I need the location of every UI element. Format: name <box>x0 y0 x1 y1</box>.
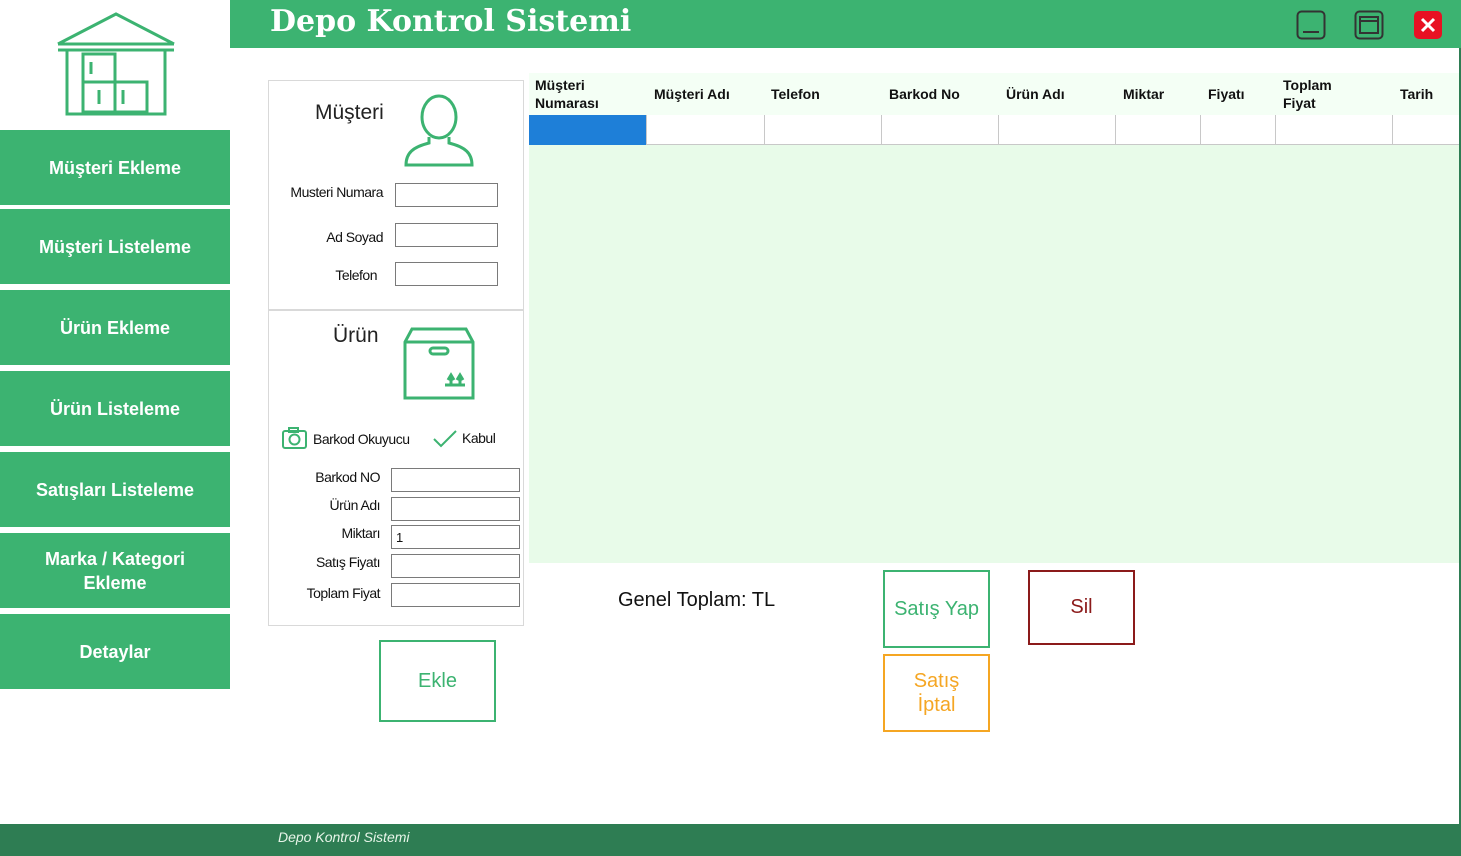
customer-name-label: Ad Soyad <box>326 229 383 245</box>
customer-panel: Müşteri Musteri Numara Ad Soyad Telefon <box>268 80 524 310</box>
sales-grid[interactable]: Müşteri Numarası Müşteri Adı Telefon Bar… <box>529 73 1459 563</box>
app-title: Depo Kontrol Sistemi <box>270 4 632 39</box>
sell-button[interactable]: Satış Yap <box>883 570 990 648</box>
sidebar-item-urun-listeleme[interactable]: Ürün Listeleme <box>0 371 230 446</box>
column-header[interactable]: Müşteri Numarası <box>535 73 645 115</box>
table-cell[interactable] <box>1116 115 1201 145</box>
column-header[interactable]: Tarih <box>1400 73 1458 115</box>
column-header[interactable]: Telefon <box>771 73 879 115</box>
customer-number-input[interactable] <box>395 183 498 207</box>
table-cell[interactable] <box>1393 115 1459 145</box>
sidebar-item-label: Satışları Listeleme <box>35 479 195 500</box>
maximize-button[interactable] <box>1354 10 1384 40</box>
sidebar-item-label: Müşteri Listeleme <box>38 236 192 257</box>
column-header[interactable]: Toplam Fiyat <box>1283 73 1343 115</box>
close-button[interactable] <box>1413 10 1443 40</box>
sidebar-item-marka-kategori-ekleme[interactable]: Marka / Kategori Ekleme <box>0 533 230 608</box>
column-header[interactable]: Miktar <box>1123 73 1203 115</box>
sidebar-item-label: Ürün Ekleme <box>59 317 171 338</box>
total-price-input[interactable] <box>391 583 520 607</box>
quantity-label: Miktarı <box>341 525 381 541</box>
maximize-icon <box>1354 10 1384 40</box>
sidebar-item-label: Detaylar <box>79 642 151 662</box>
product-panel: Ürün Barkod Okuyucu Kabul Barkod NO Ürün… <box>268 310 524 626</box>
table-cell[interactable] <box>999 115 1116 145</box>
sidebar-item-musteri-listeleme[interactable]: Müşteri Listeleme <box>0 209 230 284</box>
box-icon <box>403 327 475 400</box>
column-header[interactable]: Fiyatı <box>1208 73 1278 115</box>
table-row[interactable] <box>529 115 1459 145</box>
camera-icon[interactable] <box>282 427 307 449</box>
column-header[interactable]: Müşteri Adı <box>654 73 762 115</box>
table-cell[interactable] <box>1201 115 1276 145</box>
sidebar-item-urun-ekleme[interactable]: Ürün Ekleme <box>0 290 230 365</box>
sidebar-item-detaylar[interactable]: Detaylar <box>0 614 230 689</box>
minimize-icon <box>1296 10 1326 40</box>
sidebar-item-label: Müşteri Ekleme <box>48 157 182 178</box>
product-panel-title: Ürün <box>333 324 379 347</box>
add-button[interactable]: Ekle <box>379 640 496 722</box>
close-icon <box>1414 11 1442 39</box>
sale-price-input[interactable] <box>391 554 520 578</box>
delete-button[interactable]: Sil <box>1028 570 1135 645</box>
table-cell[interactable] <box>1276 115 1393 145</box>
customer-number-label: Musteri Numara <box>290 184 383 200</box>
cancel-sale-button[interactable]: Satış İptal <box>883 654 990 732</box>
customer-phone-label: Telefon <box>335 267 377 283</box>
table-cell[interactable] <box>765 115 882 145</box>
barcode-no-label: Barkod NO <box>315 469 380 485</box>
grand-total-label: Genel Toplam: TL <box>618 589 776 611</box>
customer-panel-title: Müşteri <box>315 101 384 124</box>
sidebar-item-label: Marka / Kategori Ekleme <box>44 548 186 593</box>
footer-text: Depo Kontrol Sistemi <box>278 829 410 845</box>
table-cell[interactable] <box>882 115 999 145</box>
column-header[interactable]: Barkod No <box>889 73 997 115</box>
product-name-label: Ürün Adı <box>329 497 381 513</box>
customer-phone-input[interactable] <box>395 262 498 286</box>
user-icon <box>404 94 474 167</box>
sidebar-item-satislari-listeleme[interactable]: Satışları Listeleme <box>0 452 230 527</box>
sidebar-item-label: Ürün Listeleme <box>49 398 181 419</box>
sale-price-label: Satış Fiyatı <box>315 554 381 570</box>
column-header[interactable]: Ürün Adı <box>1006 73 1114 115</box>
logo <box>0 0 230 128</box>
barcode-reader-label[interactable]: Barkod Okuyucu <box>313 431 410 447</box>
product-name-input[interactable] <box>391 497 520 521</box>
minimize-button[interactable] <box>1296 10 1326 40</box>
table-cell[interactable] <box>529 115 647 145</box>
warehouse-icon <box>57 12 175 116</box>
total-price-label: Toplam Fiyat <box>306 585 381 601</box>
status-bar: Depo Kontrol Sistemi <box>0 824 1461 856</box>
checkmark-icon[interactable] <box>432 428 458 448</box>
title-bar: Depo Kontrol Sistemi <box>230 0 1461 48</box>
table-cell[interactable] <box>647 115 765 145</box>
grid-header: Müşteri Numarası Müşteri Adı Telefon Bar… <box>529 73 1459 115</box>
app-window: Müşteri Ekleme Müşteri Listeleme Ürün Ek… <box>0 0 1461 856</box>
accept-label[interactable]: Kabul <box>462 430 496 446</box>
barcode-no-input[interactable] <box>391 468 520 492</box>
sidebar-item-musteri-ekleme[interactable]: Müşteri Ekleme <box>0 130 230 205</box>
customer-name-input[interactable] <box>395 223 498 247</box>
quantity-input[interactable] <box>391 525 520 549</box>
